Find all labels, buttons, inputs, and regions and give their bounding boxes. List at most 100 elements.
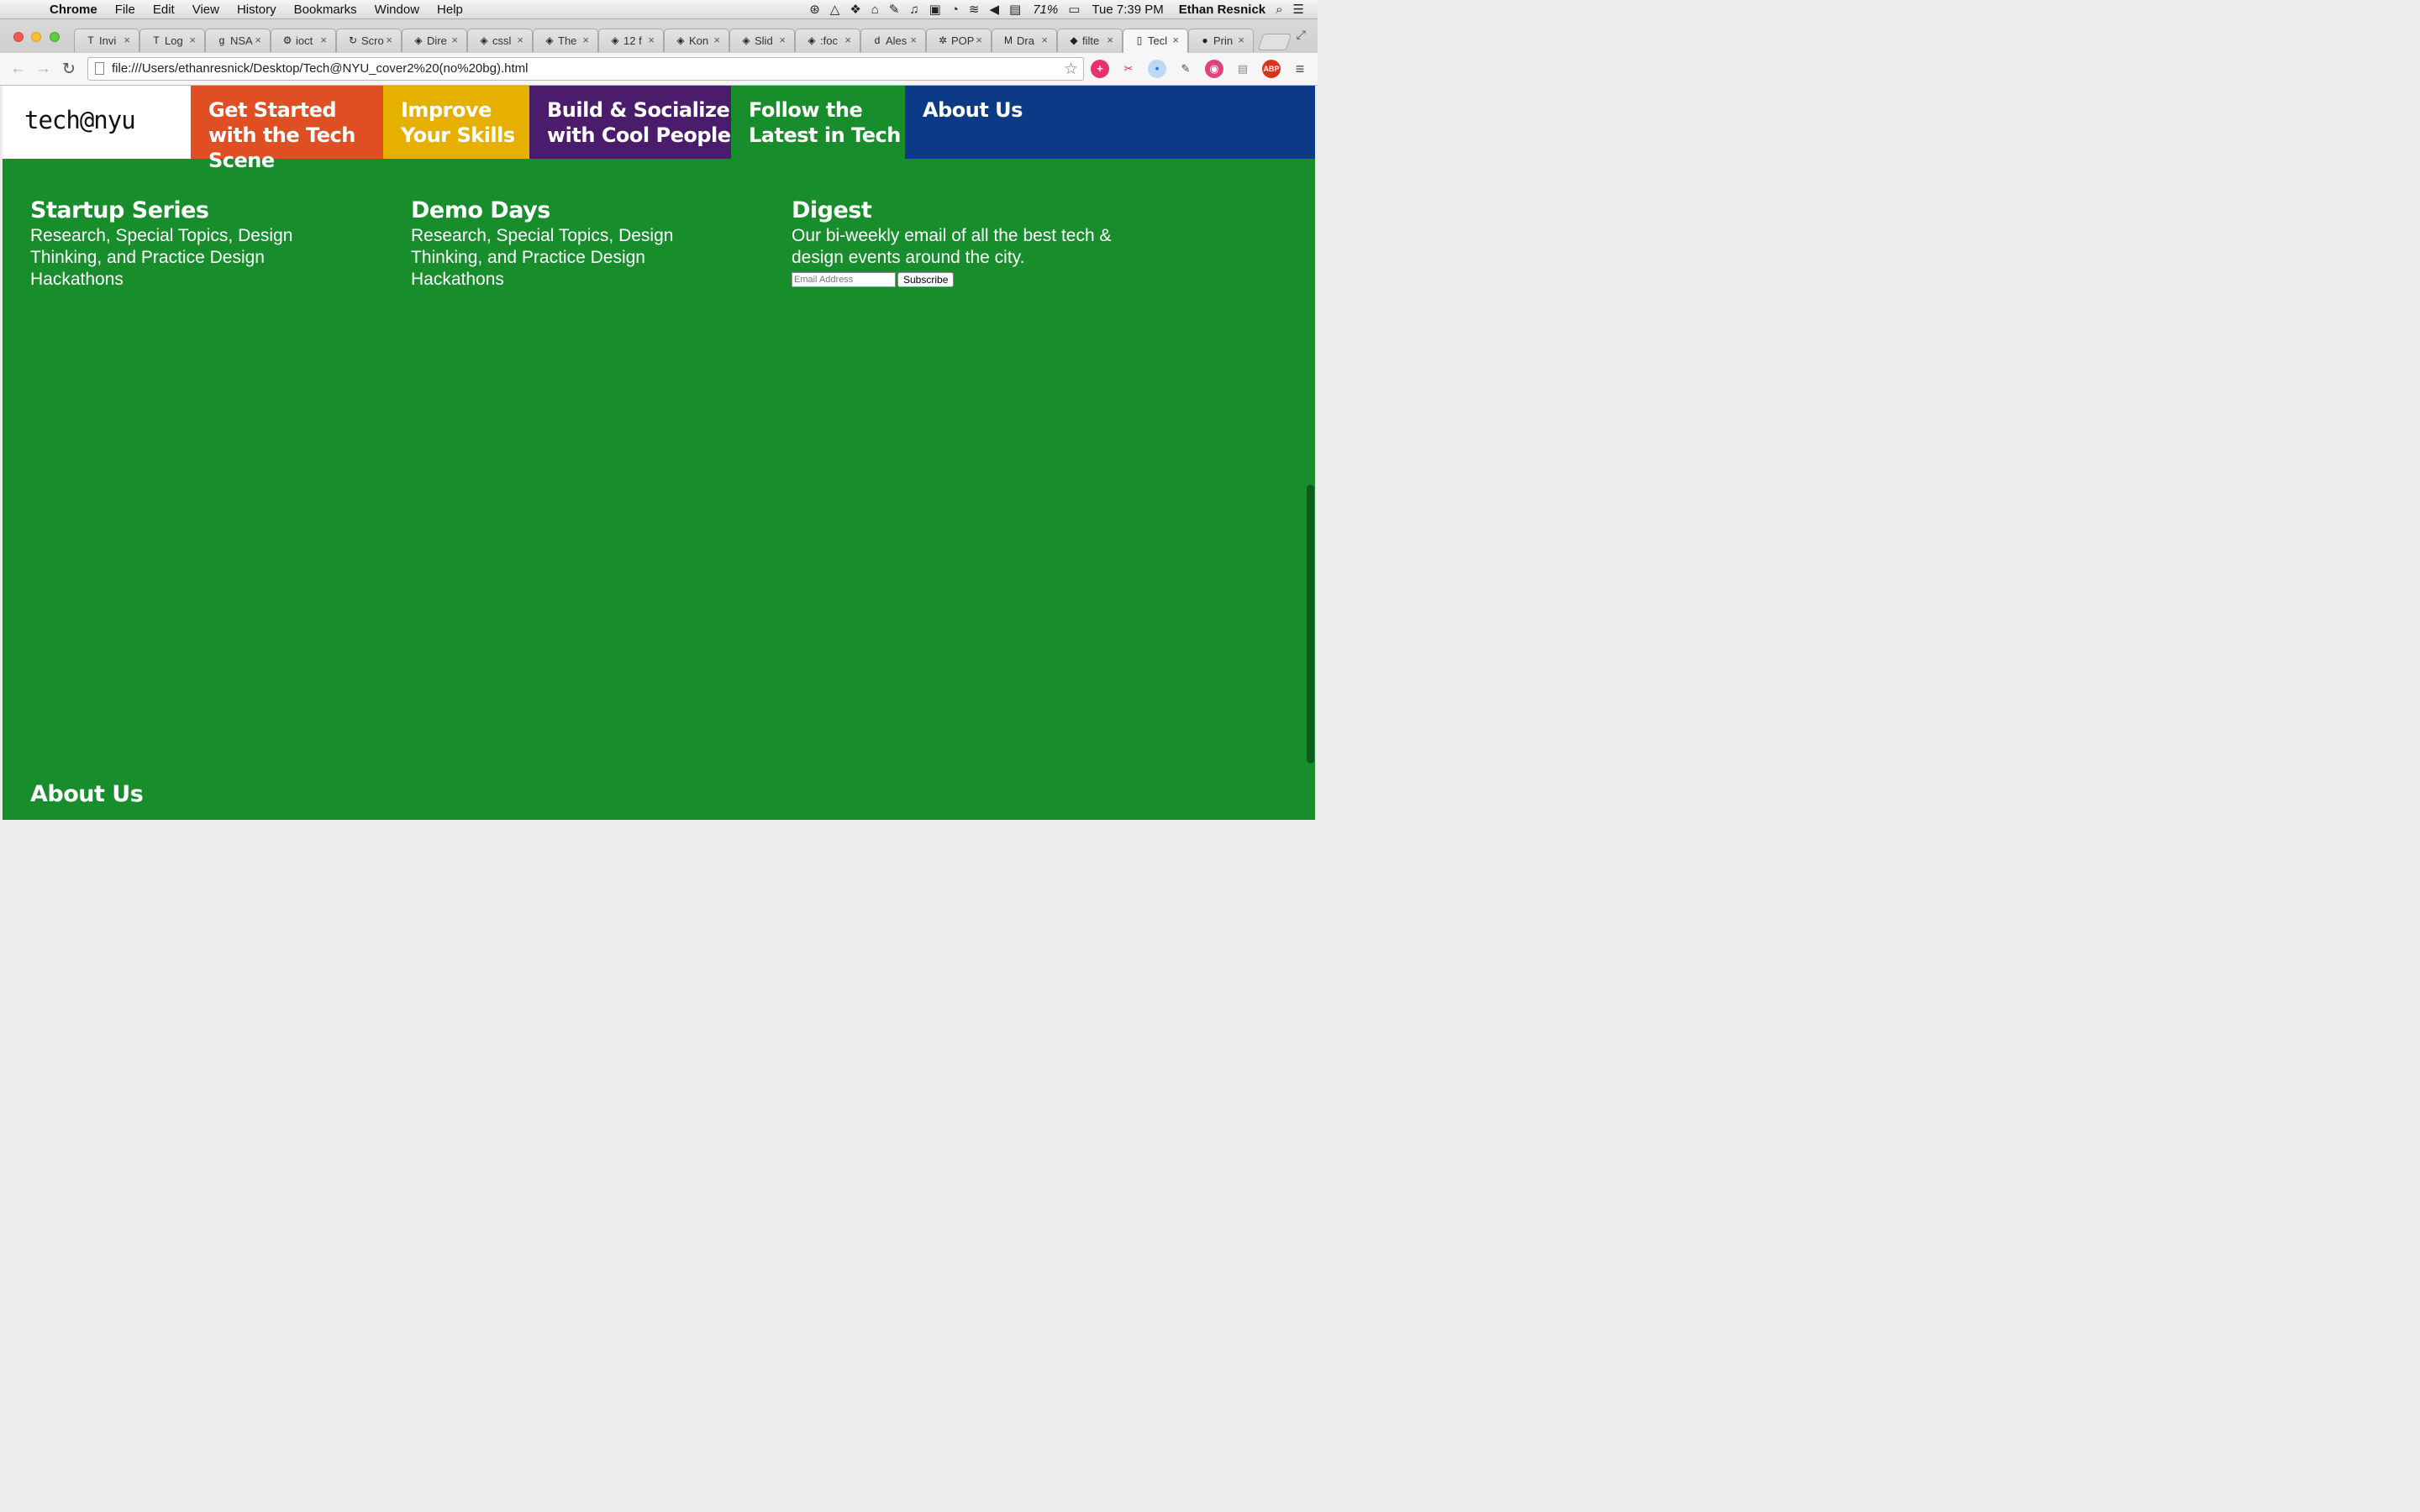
browser-tab[interactable]: ✲ POP × <box>926 29 992 52</box>
browser-tab[interactable]: T Invi × <box>74 29 139 52</box>
tools-extension-icon[interactable]: ✂ <box>1119 60 1138 78</box>
wifi-icon[interactable]: ≋ <box>969 2 980 17</box>
address-url[interactable]: file:///Users/ethanresnick/Desktop/Tech@… <box>112 61 528 76</box>
forward-button[interactable]: → <box>35 60 51 78</box>
flag-icon[interactable]: ▤ <box>1009 2 1021 17</box>
tab-close-icon[interactable]: × <box>1107 34 1113 46</box>
logo-tile[interactable]: tech@nyu <box>3 86 191 159</box>
address-bar[interactable]: file:///Users/ethanresnick/Desktop/Tech@… <box>87 57 1084 81</box>
tab-close-icon[interactable]: × <box>189 34 196 46</box>
tab-close-icon[interactable]: × <box>451 34 458 46</box>
user-name[interactable]: Ethan Resnick <box>1179 3 1265 17</box>
drive-icon[interactable]: △ <box>830 2 840 17</box>
nav-get-started[interactable]: Get Started with the Tech Scene <box>191 86 383 172</box>
headphones-icon[interactable]: ♫ <box>909 3 918 17</box>
fullscreen-icon[interactable]: ⤢ <box>1297 28 1306 42</box>
tools-icon[interactable]: ✎ <box>889 2 900 17</box>
browser-tab[interactable]: ● Prin × <box>1188 29 1254 52</box>
nav-improve-skills-label: Improve Your Skills <box>401 98 515 147</box>
tab-close-icon[interactable]: × <box>1238 34 1244 46</box>
digest-description: Our bi-weekly email of all the best tech… <box>792 226 1112 267</box>
tab-close-icon[interactable]: × <box>517 34 523 46</box>
chrome-menu-icon[interactable]: ≡ <box>1291 60 1309 78</box>
tab-close-icon[interactable]: × <box>713 34 720 46</box>
browser-tab[interactable]: ◈ Slid × <box>729 29 795 52</box>
tab-close-icon[interactable]: × <box>255 34 261 46</box>
tab-title: Log <box>165 34 183 47</box>
close-window-button[interactable] <box>13 32 24 42</box>
tab-close-icon[interactable]: × <box>1172 34 1179 46</box>
browser-tab[interactable]: ◈:foc × <box>795 29 860 52</box>
nav-follow-latest[interactable]: Follow the Latest in Tech <box>731 86 905 159</box>
menu-help[interactable]: Help <box>437 3 463 17</box>
back-button[interactable]: ← <box>10 60 26 78</box>
window-icon[interactable]: ▣ <box>929 2 941 17</box>
subscribe-button[interactable]: Subscribe <box>897 272 955 287</box>
menu-window[interactable]: Window <box>375 3 419 17</box>
wrench-extension-icon[interactable]: ✎ <box>1176 60 1195 78</box>
browser-tab[interactable]: M Dra × <box>992 29 1057 52</box>
status-area: ⊛ △ ❖ ⌂ ✎ ♫ ▣ ◔ ≋ ◀ ▤ 71% ▭ Tue 7:39 PM … <box>799 2 1304 18</box>
tab-close-icon[interactable]: × <box>386 34 392 46</box>
browser-tab[interactable]: ⚙ ioct × <box>271 29 336 52</box>
browser-tab[interactable]: d Ales × <box>860 29 926 52</box>
spotlight-icon[interactable]: ⌕ <box>1276 3 1282 17</box>
browser-tab[interactable]: ▯ Tecl × <box>1123 29 1188 53</box>
minimize-window-button[interactable] <box>31 32 41 42</box>
browser-tab[interactable]: ↻ Scro × <box>336 29 402 52</box>
tab-close-icon[interactable]: × <box>124 34 130 46</box>
browser-tab[interactable]: ◈ Dire × <box>402 29 467 52</box>
time-machine-icon[interactable]: ◔ <box>951 3 959 17</box>
tab-close-icon[interactable]: × <box>910 34 917 46</box>
adblock-icon[interactable]: ABP <box>1262 60 1281 78</box>
tab-close-icon[interactable]: × <box>1041 34 1048 46</box>
tab-close-icon[interactable]: × <box>320 34 327 46</box>
menu-file[interactable]: File <box>115 3 135 17</box>
creative-cloud-icon[interactable]: ⊛ <box>809 2 820 17</box>
browser-tab[interactable]: g NSA × <box>205 29 271 52</box>
tab-close-icon[interactable]: × <box>844 34 851 46</box>
home-icon[interactable]: ⌂ <box>871 3 879 17</box>
scrollbar[interactable] <box>1307 485 1314 764</box>
notification-center-icon[interactable]: ☰ <box>1293 2 1304 17</box>
nav-build-socialize[interactable]: Build & Socialize with Cool People <box>529 86 731 159</box>
menu-bookmarks[interactable]: Bookmarks <box>294 3 357 17</box>
bookmark-star-icon[interactable]: ☆ <box>1064 60 1078 79</box>
tab-close-icon[interactable]: × <box>976 34 982 46</box>
zoom-window-button[interactable] <box>50 32 60 42</box>
browser-tab[interactable]: ◈ Kon × <box>664 29 729 52</box>
tab-close-icon[interactable]: × <box>582 34 589 46</box>
menu-view[interactable]: View <box>192 3 219 17</box>
reload-button[interactable]: ↻ <box>62 60 76 79</box>
volume-icon[interactable]: ◀ <box>989 2 999 17</box>
tab-title: :foc <box>820 34 838 47</box>
menu-history[interactable]: History <box>237 3 276 17</box>
menu-app-name[interactable]: Chrome <box>50 3 97 17</box>
nav-get-started-label: Get Started with the Tech Scene <box>208 98 355 172</box>
tab-close-icon[interactable]: × <box>779 34 786 46</box>
pocket-extension-icon[interactable]: ◉ <box>1205 60 1223 78</box>
tab-favicon-icon: ▯ <box>1136 34 1143 46</box>
circle-extension-icon[interactable]: • <box>1148 60 1166 78</box>
browser-tab[interactable]: ◈ 12 f × <box>598 29 664 52</box>
page-extension-icon[interactable]: ▤ <box>1234 60 1252 78</box>
menu-edit[interactable]: Edit <box>153 3 175 17</box>
nav-follow-latest-label: Follow the Latest in Tech <box>749 98 901 147</box>
browser-tab[interactable]: T Log × <box>139 29 205 52</box>
battery-icon[interactable]: ▭ <box>1068 2 1080 17</box>
dropbox-icon[interactable]: ❖ <box>850 2 860 17</box>
battery-percent[interactable]: 71% <box>1033 3 1058 17</box>
app-menus: Chrome File Edit View History Bookmarks … <box>50 3 481 17</box>
nav-about-us[interactable]: About Us <box>905 86 1315 159</box>
new-tab-button[interactable] <box>1257 34 1292 50</box>
nav-improve-skills[interactable]: Improve Your Skills <box>383 86 529 159</box>
page-icon <box>95 62 104 75</box>
clock[interactable]: Tue 7:39 PM <box>1092 3 1163 17</box>
browser-tab[interactable]: ◈ cssl × <box>467 29 533 52</box>
digest-section: Digest Our bi-weekly email of all the be… <box>792 197 1119 269</box>
email-field[interactable] <box>792 272 896 287</box>
browser-tab[interactable]: ◈ The × <box>533 29 598 52</box>
browser-tab[interactable]: ◆ filte × <box>1057 29 1123 52</box>
add-extension-icon[interactable]: + <box>1091 60 1109 78</box>
tab-close-icon[interactable]: × <box>648 34 655 46</box>
